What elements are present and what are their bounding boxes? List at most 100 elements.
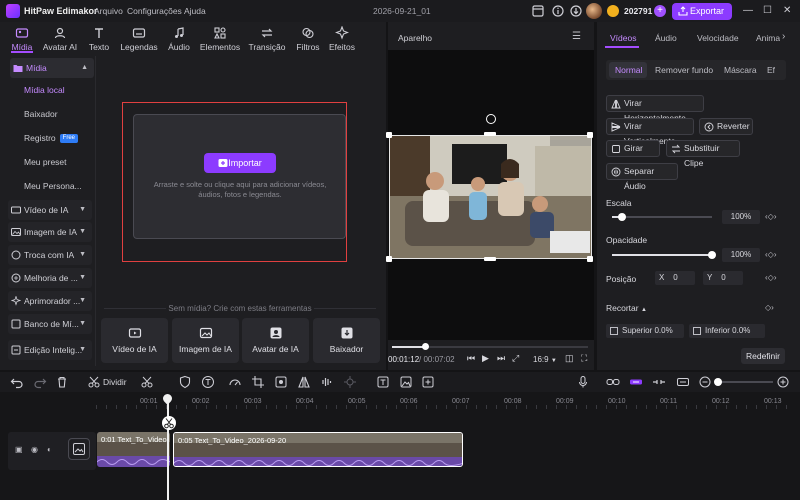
sidebar-group-media-bank[interactable]: Banco de Mí... ▼ — [8, 314, 92, 334]
resize-handle[interactable] — [587, 132, 593, 138]
playhead[interactable] — [167, 396, 169, 500]
zoom-slider-knob[interactable] — [714, 378, 722, 386]
playhead-scissors-icon[interactable] — [162, 416, 176, 430]
tool-downloader[interactable]: Baixador — [313, 318, 380, 363]
chevron-right-icon[interactable]: › — [782, 31, 785, 42]
tab-videos[interactable]: Vídeos — [610, 33, 636, 43]
opacity-value[interactable]: 100% — [722, 248, 760, 262]
multi-split-icon[interactable] — [140, 375, 154, 389]
tab-speed[interactable]: Velocidade — [697, 33, 739, 43]
maximize-icon[interactable]: ☐ — [763, 5, 772, 16]
link-icon[interactable] — [606, 375, 620, 389]
redo-icon[interactable] — [33, 375, 47, 389]
video-frame[interactable] — [389, 135, 592, 259]
split-scissors-icon[interactable] — [87, 375, 101, 389]
resize-handle[interactable] — [484, 132, 496, 136]
tab-subtitles[interactable]: Legendas — [117, 26, 161, 52]
microphone-icon[interactable] — [576, 375, 590, 389]
subtab-remove-bg[interactable]: Remover fundo — [655, 65, 713, 75]
cover-thumbnail-button[interactable] — [68, 438, 90, 460]
audio-split-icon[interactable] — [320, 375, 334, 389]
download-icon[interactable] — [569, 4, 583, 18]
import-dropzone[interactable] — [133, 114, 346, 239]
scale-slider-track[interactable] — [612, 216, 712, 218]
skip-back-icon[interactable]: ⏮ — [467, 353, 475, 364]
opacity-slider-knob[interactable] — [708, 251, 716, 259]
track-link-icon[interactable] — [652, 375, 666, 389]
keyframe-diamonds-icon[interactable]: ◇› — [765, 303, 774, 312]
close-icon[interactable]: ✕ — [783, 5, 791, 16]
minimize-icon[interactable]: — — [743, 5, 753, 16]
mute-icon[interactable]: ◐ — [47, 445, 52, 454]
resize-handle[interactable] — [386, 256, 392, 262]
scale-value[interactable]: 100% — [722, 210, 760, 224]
keyframe-diamonds-icon[interactable]: ‹◇› — [765, 212, 776, 221]
subtab-effects[interactable]: Ef — [767, 65, 779, 75]
sidebar-item-my-preset[interactable]: Meu preset — [10, 152, 94, 172]
stabilize-icon[interactable] — [343, 375, 357, 389]
fit-timeline-icon[interactable] — [676, 375, 690, 389]
lock-icon[interactable]: ▣ — [15, 445, 23, 454]
import-button[interactable]: Importar — [204, 153, 276, 173]
reset-button[interactable]: Redefinir — [741, 348, 785, 364]
subtab-normal[interactable]: Normal — [615, 65, 642, 75]
flip-horizontal-button[interactable]: Virar Horizontalmente — [606, 95, 704, 123]
crop-label[interactable]: Recortar ▲ — [606, 303, 647, 313]
zoom-in-icon[interactable] — [776, 375, 790, 389]
sidebar-item-downloader[interactable]: Baixador — [10, 104, 94, 124]
crop-top-field[interactable]: Superior 0.0% — [606, 324, 684, 338]
snapshot-icon[interactable]: ◫ — [565, 353, 574, 364]
timeline-clip-1[interactable]: 0:01 Text_To_Video — [97, 432, 170, 467]
sidebar-item-my-persona[interactable]: Meu Persona... — [10, 176, 94, 196]
keyframe-diamonds-icon[interactable]: ‹◇› — [765, 250, 776, 259]
timeline-clip-2[interactable]: 0:05 Text_To_Video_2026-09-20 — [173, 432, 463, 467]
rotate-handle[interactable] — [486, 114, 496, 124]
user-avatar[interactable] — [586, 3, 602, 19]
subtab-mask[interactable]: Máscara — [724, 65, 757, 75]
hamburger-menu-icon[interactable]: ☰ — [572, 31, 581, 42]
tab-audio-props[interactable]: Áudio — [655, 33, 677, 43]
crop-icon[interactable] — [251, 375, 265, 389]
position-x-field[interactable]: X 0 — [655, 271, 695, 285]
position-y-field[interactable]: Y 0 — [703, 271, 743, 285]
export-frame-icon[interactable] — [421, 375, 435, 389]
fullscreen-icon[interactable]: ⛶ — [581, 353, 587, 364]
sidebar-group-ai-video[interactable]: Vídeo de IA ▼ — [8, 200, 92, 220]
layout-icon[interactable] — [531, 4, 545, 18]
sidebar-item-registry[interactable]: Registro Free — [10, 128, 94, 148]
tab-effects[interactable]: Efeitos — [320, 26, 364, 52]
tab-audio[interactable]: Áudio — [157, 26, 201, 52]
sidebar-item-local-media[interactable]: Mídia local — [10, 80, 94, 100]
freeze-frame-icon[interactable] — [274, 375, 288, 389]
crop-bottom-field[interactable]: Inferior 0.0% — [689, 324, 765, 338]
sidebar-group-enhancer[interactable]: Aprimorador ... ▼ — [8, 291, 92, 311]
split-audio-button[interactable]: Separar Áudio — [606, 163, 678, 191]
image-tool-icon[interactable] — [399, 375, 413, 389]
sidebar-group-improvement[interactable]: Melhoria de ... ▼ — [8, 268, 92, 288]
keyframe-diamonds-icon[interactable]: ‹◇› — [765, 273, 776, 282]
tab-text[interactable]: Texto — [77, 26, 121, 52]
flip-vertical-button[interactable]: Virar Verticalmente — [606, 118, 694, 146]
menu-arquivo[interactable]: Arquivo — [94, 6, 123, 16]
delete-icon[interactable] — [55, 375, 69, 389]
sidebar-group-ai-swap[interactable]: Troca com IA ▼ — [8, 245, 92, 265]
tab-elements[interactable]: Elementos — [198, 26, 242, 52]
skip-forward-icon[interactable]: ⏭ — [497, 353, 505, 364]
menu-configuracoes[interactable]: Configurações — [127, 6, 182, 16]
resize-handle[interactable] — [386, 132, 392, 138]
play-icon[interactable]: ▶ — [482, 353, 489, 364]
tool-ai-avatar[interactable]: Avatar de IA — [242, 318, 309, 363]
aspect-ratio-select[interactable]: 16:9 ▼ — [533, 355, 557, 364]
zoom-slider-track[interactable] — [716, 381, 773, 383]
tab-transition[interactable]: Transição — [245, 26, 289, 52]
sidebar-group-smart-edit[interactable]: Edição Intelig... ▼ — [8, 340, 92, 360]
replace-clip-button[interactable]: Substituir Clipe — [666, 140, 740, 168]
resize-handle[interactable] — [484, 257, 496, 261]
mirror-icon[interactable] — [297, 375, 311, 389]
scale-slider-knob[interactable] — [618, 213, 626, 221]
zoom-out-icon[interactable] — [698, 375, 712, 389]
info-icon[interactable] — [551, 4, 565, 18]
fullscreen-play-icon[interactable]: ⤢ — [512, 353, 519, 364]
subtitle-tool-icon[interactable] — [376, 375, 390, 389]
speed-icon[interactable] — [228, 375, 242, 389]
